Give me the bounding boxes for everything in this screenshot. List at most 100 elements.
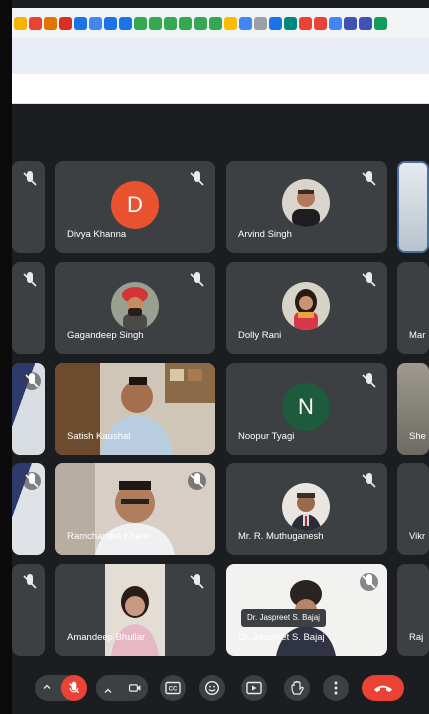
participant-tile[interactable]	[12, 161, 45, 253]
participant-tile[interactable]	[397, 161, 429, 253]
bookmark-icon[interactable]	[344, 16, 357, 30]
participant-name: Dolly Rani	[238, 330, 282, 341]
participant-tile[interactable]: Gagandeep Singh	[55, 262, 215, 354]
emoji-icon	[204, 680, 220, 696]
mic-toggle-button[interactable]	[61, 675, 87, 701]
bookmark-icon[interactable]	[329, 16, 342, 30]
screen-edge	[0, 0, 12, 714]
call-end-icon	[374, 685, 392, 692]
participant-tile[interactable]: Satish Kaushal	[55, 363, 215, 455]
participant-tile[interactable]	[12, 262, 45, 354]
participant-name: Arvind Singh	[238, 229, 292, 240]
participant-tile[interactable]: She	[397, 363, 429, 455]
camera-icon	[128, 684, 141, 692]
mic-off-icon	[68, 681, 80, 694]
participant-name: Amandeep Bhullar	[67, 632, 146, 643]
raise-hand-icon	[291, 680, 304, 695]
present-screen-button[interactable]	[241, 675, 267, 701]
page-banner	[12, 74, 429, 104]
mic-off-icon	[190, 171, 204, 186]
participant-tile[interactable]: Mr. R. Muthuganesh	[226, 463, 387, 555]
mic-off-icon	[360, 573, 378, 591]
participant-name: Dr. Jaspreet S. Bajaj	[238, 632, 325, 643]
mic-off-icon	[23, 372, 41, 390]
bookmark-icon[interactable]	[179, 16, 192, 30]
participant-name: Mr. R. Muthuganesh	[238, 531, 324, 542]
mic-off-icon	[362, 473, 376, 488]
mic-off-icon	[190, 574, 204, 589]
participant-name: Ramchandra Khare	[67, 531, 150, 542]
svg-text:CC: CC	[169, 687, 178, 693]
bookmark-icon[interactable]	[164, 16, 177, 30]
participant-video	[399, 163, 427, 251]
mic-off-icon	[23, 272, 37, 287]
bookmark-icon[interactable]	[89, 16, 102, 30]
bookmark-icon[interactable]	[269, 16, 282, 30]
participant-tile[interactable]: N Noopur Tyagi	[226, 363, 387, 455]
participant-tile[interactable]: Amandeep Bhullar	[55, 564, 215, 656]
mic-off-icon	[23, 171, 37, 186]
call-controls-bar: CC	[12, 662, 429, 714]
avatar: N	[282, 383, 330, 431]
bookmark-icon[interactable]	[14, 16, 27, 30]
avatar	[282, 282, 330, 330]
bookmark-icon[interactable]	[134, 16, 147, 30]
participant-tile[interactable]	[12, 363, 45, 455]
mic-control-group	[35, 675, 87, 701]
participant-tile[interactable]	[12, 463, 45, 555]
participant-name: Noopur Tyagi	[238, 431, 295, 442]
participant-name: Vikr	[409, 531, 426, 542]
participant-tile[interactable]: Arvind Singh	[226, 161, 387, 253]
bookmark-icon[interactable]	[104, 16, 117, 30]
avatar	[282, 483, 330, 531]
raise-hand-button[interactable]	[284, 675, 310, 701]
chevron-up-icon[interactable]	[42, 682, 52, 695]
bookmark-icon[interactable]	[299, 16, 312, 30]
bookmark-icon[interactable]	[359, 16, 372, 30]
more-options-button[interactable]	[323, 675, 349, 701]
bookmark-icon[interactable]	[44, 16, 57, 30]
bookmark-icon[interactable]	[149, 16, 162, 30]
bookmark-icon[interactable]	[374, 16, 387, 30]
bookmark-icon[interactable]	[29, 16, 42, 30]
bookmark-icon[interactable]	[284, 16, 297, 30]
bookmarks-bar	[12, 8, 429, 38]
bookmark-icon[interactable]	[119, 16, 132, 30]
participant-tile[interactable]: Raj	[397, 564, 429, 656]
participant-tile[interactable]: Mar	[397, 262, 429, 354]
participant-name: Divya Khanna	[67, 229, 127, 240]
participant-tooltip: Dr. Jaspreet S. Bajaj	[241, 609, 326, 627]
bookmark-icon[interactable]	[209, 16, 222, 30]
bookmark-icon[interactable]	[59, 16, 72, 30]
participant-tile[interactable]: Dolly Rani	[226, 262, 387, 354]
mic-off-icon	[362, 171, 376, 186]
bookmark-icon[interactable]	[224, 16, 237, 30]
captions-button[interactable]: CC	[160, 675, 186, 701]
bookmark-icon[interactable]	[194, 16, 207, 30]
browser-toolbar	[12, 38, 429, 74]
bookmark-icon[interactable]	[314, 16, 327, 30]
mic-off-icon	[188, 472, 206, 490]
camera-toggle-button[interactable]	[122, 675, 148, 701]
bookmark-icon[interactable]	[74, 16, 87, 30]
bookmark-icon[interactable]	[239, 16, 252, 30]
avatar: D	[111, 181, 159, 229]
participant-name: Satish Kaushal	[67, 431, 131, 442]
bookmark-icon[interactable]	[254, 16, 267, 30]
participant-name: Raj	[409, 632, 424, 643]
participant-tile[interactable]: Ramchandra Khare	[55, 463, 215, 555]
more-vert-icon	[334, 681, 338, 695]
participant-tile[interactable]	[12, 564, 45, 656]
captions-icon: CC	[165, 681, 181, 695]
participant-tile[interactable]: Vikr	[397, 463, 429, 555]
emoji-reaction-button[interactable]	[199, 675, 225, 701]
mic-off-icon	[362, 373, 376, 388]
participant-name: She	[409, 431, 426, 442]
meeting-window: { "participants": { "divya": "Divya Khan…	[0, 0, 429, 714]
chevron-up-icon[interactable]	[103, 683, 113, 701]
participant-tile[interactable]: D Divya Khanna	[55, 161, 215, 253]
mic-off-icon	[190, 272, 204, 287]
mic-off-icon	[23, 472, 41, 490]
camera-control-group	[96, 675, 148, 701]
leave-call-button[interactable]	[362, 675, 404, 701]
